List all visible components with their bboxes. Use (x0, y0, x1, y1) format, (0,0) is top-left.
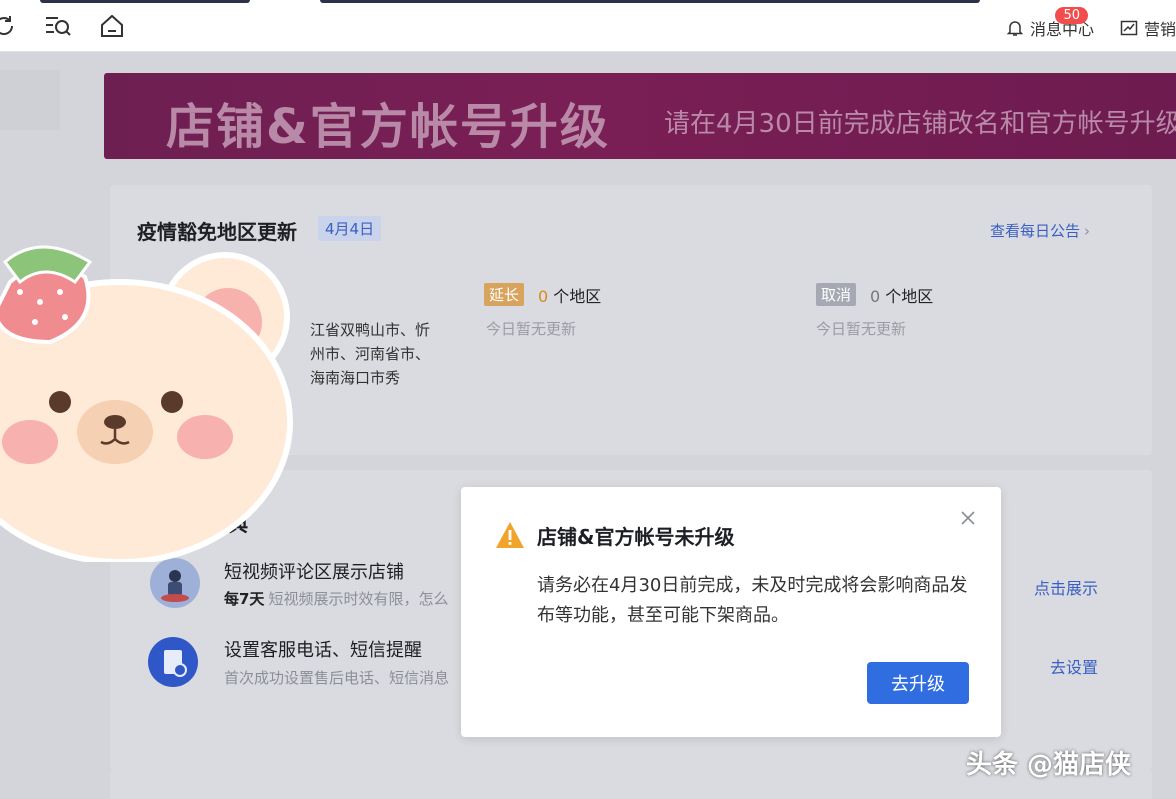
upgrade-button[interactable]: 去升级 (867, 662, 969, 704)
left-sidebar (0, 70, 60, 130)
marketing-label: 营销 (1144, 20, 1176, 39)
task-desc-video: 短视频展示时效有限，怎么 (268, 590, 449, 608)
cancel-tag: 取消 (816, 283, 857, 306)
regions-list: 江省双鸭山市、忻州市、河南省市、海南海口市秀 (310, 321, 431, 387)
daily-notice-link[interactable]: 查看每日公告 › (990, 220, 1090, 241)
setup-action-link[interactable]: 去设置 (1050, 654, 1098, 678)
dialog-title: 店铺&官方帐号未升级 (537, 525, 735, 549)
banner-title: 店铺&官方帐号升级 (166, 99, 610, 155)
search-menu-icon[interactable] (44, 12, 72, 40)
cancel-status: 今日暂无更新 (816, 320, 907, 338)
bear-sticker-image (0, 245, 293, 562)
cancel-count-unit: 个地区 (885, 287, 934, 306)
chevron-right-icon: › (1084, 222, 1091, 240)
address-indicator (320, 0, 980, 3)
task-subtitle-video: 每7天 短视频展示时效有限，怎么 (224, 588, 448, 609)
extend-count-unit: 个地区 (553, 287, 602, 306)
chart-icon (1120, 20, 1138, 36)
daily-notice-label: 查看每日公告 (990, 222, 1081, 240)
watermark-text: 头条 @猫店侠 (966, 750, 1132, 780)
show-action-link[interactable]: 点击展示 (1034, 575, 1098, 599)
close-icon[interactable] (959, 509, 977, 527)
phone-task-icon (148, 637, 198, 687)
marketing-button[interactable]: 营销 (1120, 16, 1176, 40)
upgrade-warning-dialog: 店铺&官方帐号未升级 请务必在4月30日前完成，未及时完成将会影响商品发布等功能… (461, 487, 1001, 737)
tab-indicator (40, 0, 250, 3)
bell-icon (1006, 21, 1024, 36)
task-subtitle-phone: 首次成功设置售后电话、短信消息 (224, 669, 450, 687)
message-count-badge: 50 (1055, 7, 1088, 24)
cancel-count: 0 个地区 (870, 283, 933, 307)
extend-status: 今日暂无更新 (486, 320, 577, 338)
upgrade-banner[interactable]: 店铺&官方帐号升级 请在4月30日前完成店铺改名和官方帐号升级 (104, 73, 1176, 159)
dialog-message: 请务必在4月30日前完成，未及时完成将会影响商品发布等功能，甚至可能下架商品。 (537, 575, 968, 626)
extend-tag: 延长 (484, 283, 525, 306)
top-toolbar: 消息中心 50 营销 (0, 0, 1176, 52)
extend-count: 0 个地区 (538, 283, 601, 307)
video-task-icon (150, 558, 200, 608)
refresh-icon[interactable] (0, 12, 18, 40)
task-highlight-video: 每7天 (224, 590, 265, 608)
task-title-phone: 设置客服电话、短信提醒 (224, 640, 422, 661)
extend-count-value: 0 (538, 287, 549, 306)
warning-icon (496, 522, 524, 548)
cancel-count-value: 0 (870, 287, 881, 306)
epidemic-date-badge: 4月4日 (318, 216, 382, 241)
banner-subtitle: 请在4月30日前完成店铺改名和官方帐号升级 (664, 109, 1176, 139)
home-icon[interactable] (98, 12, 126, 40)
